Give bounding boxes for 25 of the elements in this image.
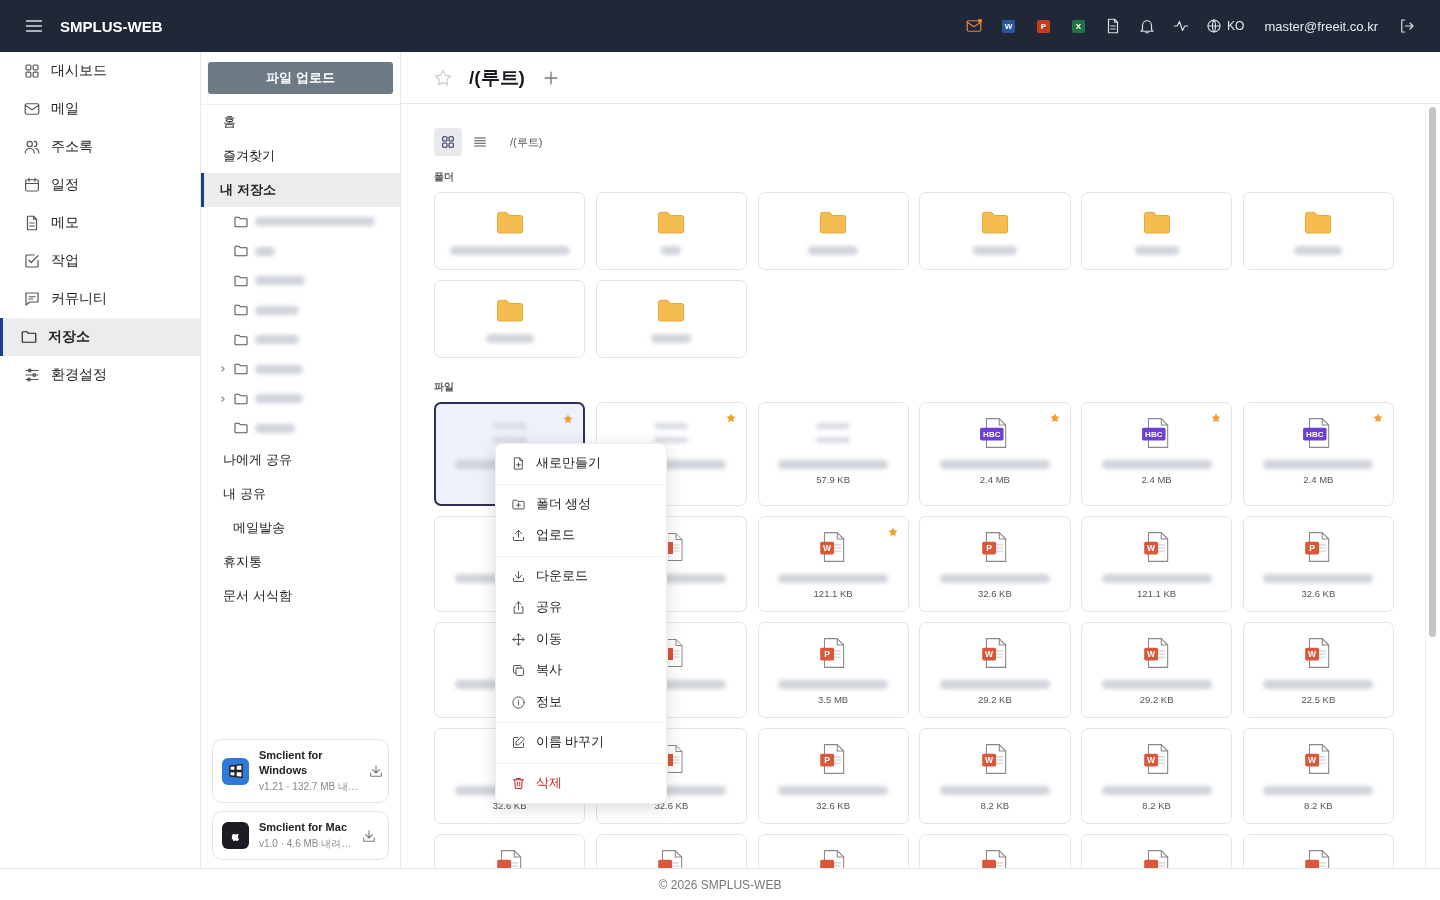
- copyright: © 2026 SMPLUS-WEB: [658, 877, 782, 892]
- section-heading: 파일: [434, 380, 455, 394]
- app-name: Smclient for Mac: [259, 820, 349, 835]
- file-size: 3.5 MB: [818, 694, 849, 705]
- app-name: Smclient for Windows: [259, 748, 324, 778]
- file-size: 8.2 KB: [980, 800, 1010, 811]
- app-name: SMPLUS-WEB: [60, 17, 163, 35]
- file-size: 29.2 KB: [1139, 694, 1174, 705]
- app-info: v1.21 · 132.7 MB 내…: [259, 780, 358, 794]
- page-title: /(루트): [469, 65, 525, 90]
- file-size: 2.4 MB: [979, 474, 1010, 485]
- file-size: 29.2 KB: [977, 694, 1012, 705]
- file-size: 8.2 KB: [1304, 800, 1333, 811]
- file-size: 2.4 MB: [1141, 474, 1172, 485]
- section-heading: 폴더: [434, 170, 455, 184]
- file-size: 32.6 KB: [1301, 588, 1336, 599]
- file-size: 121.1 KB: [1137, 588, 1177, 599]
- file-size: 32.6 KB: [816, 800, 851, 811]
- file-size: 121.1 KB: [813, 588, 853, 599]
- file-size: 22.5 KB: [1301, 694, 1336, 705]
- file-size: 32.6 KB: [977, 588, 1012, 599]
- app-info: v1.0 · 4.6 MB 내려…: [259, 837, 352, 851]
- file-size: 2.4 MB: [1303, 474, 1334, 485]
- file-size: 8.2 KB: [1142, 800, 1171, 811]
- file-size: 57.9 KB: [816, 474, 851, 485]
